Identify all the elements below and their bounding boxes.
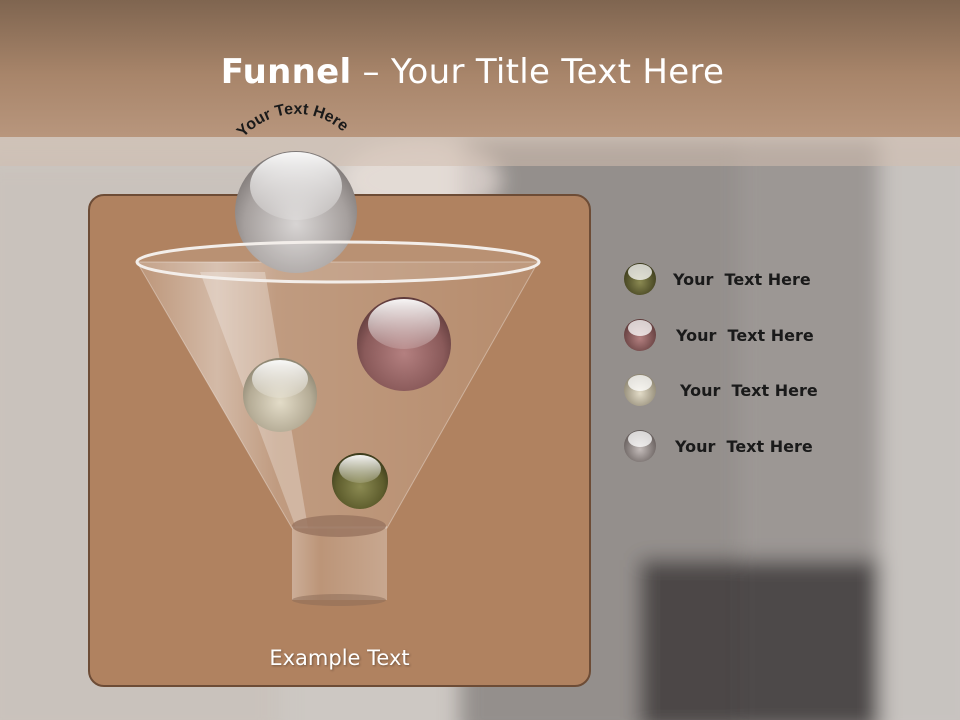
funnel-top-label[interactable]: Your Text Here	[234, 101, 352, 141]
legend-label-4: Your Text Here	[675, 436, 813, 456]
funnel-diagram: Your Text Here	[135, 101, 541, 606]
funnel-ball-olive	[332, 453, 388, 509]
funnel-rim	[135, 240, 541, 284]
legend-ball-cream-icon	[624, 374, 656, 406]
legend-label-3: Your Text Here	[680, 380, 818, 400]
funnel-bottom-label[interactable]: Example Text	[88, 646, 591, 670]
legend-item-1[interactable]: Your Text Here	[623, 261, 811, 297]
funnel-spout	[292, 515, 387, 606]
funnel-ball-cream	[243, 358, 317, 432]
legend-ball-red-icon	[624, 319, 656, 351]
legend-ball-olive-icon	[624, 263, 656, 295]
legend-item-2[interactable]: Your Text Here	[623, 317, 814, 353]
legend-item-3[interactable]: Your Text Here	[623, 372, 818, 408]
legend-label-2: Your Text Here	[676, 325, 814, 345]
legend-item-4[interactable]: Your Text Here	[623, 428, 813, 464]
legend-ball-grey-icon	[624, 430, 656, 462]
funnel-ball-red	[357, 297, 451, 391]
legend-label-1: Your Text Here	[673, 269, 811, 289]
